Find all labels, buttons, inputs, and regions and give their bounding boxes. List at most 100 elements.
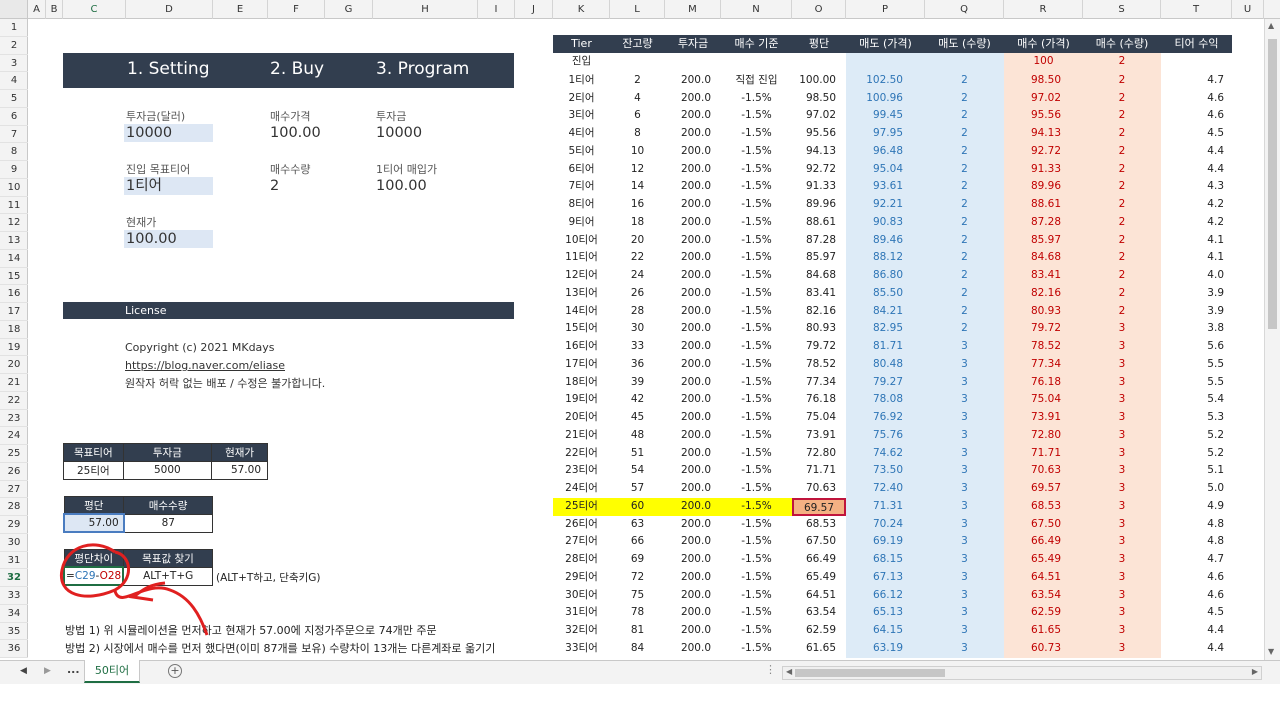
tier-cell-invest[interactable]: 200.0 [665, 161, 721, 179]
tier-cell-sell-qty[interactable]: 2 [925, 267, 1004, 285]
tier-cell-tier[interactable]: 7티어 [553, 178, 610, 196]
tier-cell-invest[interactable]: 200.0 [665, 445, 721, 463]
tier-cell-sell-price[interactable]: 80.48 [846, 356, 925, 374]
hscroll-thumb[interactable] [795, 669, 945, 677]
tier-cell-invest[interactable]: 200.0 [665, 587, 721, 605]
tier-cell-invest[interactable]: 200.0 [665, 90, 721, 108]
tier-cell-buy-qty[interactable]: 3 [1083, 569, 1161, 587]
tier-cell-tier-profit[interactable]: 5.2 [1161, 445, 1232, 463]
tier-cell-sell-qty[interactable]: 2 [925, 161, 1004, 179]
tier-cell-buy-price[interactable]: 69.57 [1004, 480, 1083, 498]
tier-cell-buy-price[interactable]: 77.34 [1004, 356, 1083, 374]
tier-cell-buy-basis[interactable]: 직접 진입 [721, 72, 792, 90]
tier-cell-buy-qty[interactable]: 2 [1083, 125, 1161, 143]
tier-cell-buy-qty[interactable]: 3 [1083, 480, 1161, 498]
column-header-j[interactable]: J [515, 0, 553, 19]
tier-cell-invest[interactable]: 200.0 [665, 232, 721, 250]
tier-cell-sell-price[interactable]: 69.19 [846, 533, 925, 551]
tab-next-button[interactable]: ▶ [44, 666, 51, 676]
tier-cell-tier[interactable]: 4티어 [553, 125, 610, 143]
column-header-s[interactable]: S [1083, 0, 1161, 19]
tier-cell-buy-qty[interactable]: 3 [1083, 604, 1161, 622]
invest-input[interactable]: 10000 [124, 124, 213, 142]
tier-cell-sell-price[interactable]: 82.95 [846, 320, 925, 338]
tier-cell-sell-qty[interactable]: 3 [925, 374, 1004, 392]
tier-cell-avg[interactable]: 98.50 [792, 90, 846, 108]
tier-cell-sell-qty[interactable]: 3 [925, 498, 1004, 516]
tier-cell-invest[interactable]: 200.0 [665, 374, 721, 392]
tier-cell-invest[interactable]: 200.0 [665, 427, 721, 445]
tier-cell-sell-price[interactable]: 96.48 [846, 143, 925, 161]
tier-cell-tier[interactable]: 20티어 [553, 409, 610, 427]
tier-cell-buy-basis[interactable]: -1.5% [721, 107, 792, 125]
tier-cell-sell-price[interactable]: 88.12 [846, 249, 925, 267]
tier-cell-balance[interactable]: 78 [610, 604, 665, 622]
tier-cell-sell-price[interactable]: 79.27 [846, 374, 925, 392]
tier-cell-tier[interactable]: 3티어 [553, 107, 610, 125]
tier-cell-avg[interactable]: 89.96 [792, 196, 846, 214]
row-header-28[interactable]: 28 [0, 498, 28, 516]
tier-cell-buy-price[interactable]: 98.50 [1004, 72, 1083, 90]
tier-cell-invest[interactable]: 200.0 [665, 303, 721, 321]
column-header-o[interactable]: O [792, 0, 846, 19]
tier-cell-invest[interactable]: 200.0 [665, 196, 721, 214]
tier-cell-sell-price[interactable]: 68.15 [846, 551, 925, 569]
tier-cell-invest[interactable]: 200.0 [665, 569, 721, 587]
tier-cell-invest[interactable]: 200.0 [665, 72, 721, 90]
target-invest-cell[interactable]: 5000 [122, 460, 213, 480]
tier-cell-buy-basis[interactable]: -1.5% [721, 516, 792, 534]
tier-cell-buy-price[interactable]: 97.02 [1004, 90, 1083, 108]
tier-cell-tier[interactable]: 22티어 [553, 445, 610, 463]
tier-cell-sell-price[interactable]: 99.45 [846, 107, 925, 125]
row-header-27[interactable]: 27 [0, 481, 28, 499]
tier-cell-sell-price[interactable]: 74.62 [846, 445, 925, 463]
tier-cell-tier-profit[interactable]: 4.4 [1161, 622, 1232, 640]
tier-cell-invest[interactable]: 200.0 [665, 622, 721, 640]
tier-cell-buy-basis[interactable]: -1.5% [721, 249, 792, 267]
tier-cell-sell-qty[interactable]: 2 [925, 232, 1004, 250]
tier-cell-balance[interactable]: 20 [610, 232, 665, 250]
tier-cell-buy-price[interactable]: 73.91 [1004, 409, 1083, 427]
tier-cell-sell-qty[interactable]: 2 [925, 214, 1004, 232]
avg-cell[interactable]: 57.00 [63, 513, 125, 533]
column-header-l[interactable]: L [610, 0, 665, 19]
tier-cell-avg[interactable]: 83.41 [792, 285, 846, 303]
tier-cell-tier[interactable]: 13티어 [553, 285, 610, 303]
tier-cell-buy-qty[interactable]: 2 [1083, 196, 1161, 214]
tier-cell-tier[interactable]: 25티어 [553, 498, 610, 516]
tier-cell-tier[interactable]: 32티어 [553, 622, 610, 640]
tier-cell-avg[interactable]: 65.49 [792, 569, 846, 587]
tier-cell-sell-qty[interactable]: 3 [925, 569, 1004, 587]
tier-cell-avg[interactable]: 69.57 [792, 497, 846, 516]
tier-cell-avg[interactable]: 71.71 [792, 462, 846, 480]
tier-cell-tier[interactable]: 26티어 [553, 516, 610, 534]
tier-cell-buy-basis[interactable]: -1.5% [721, 90, 792, 108]
tier-cell-buy-price[interactable]: 71.71 [1004, 445, 1083, 463]
tier-cell-buy-price[interactable]: 72.80 [1004, 427, 1083, 445]
row-header-5[interactable]: 5 [0, 90, 28, 108]
tier-cell-tier-profit[interactable]: 5.2 [1161, 427, 1232, 445]
tier-cell-invest[interactable]: 200.0 [665, 462, 721, 480]
tier-cell-avg[interactable]: 92.72 [792, 161, 846, 179]
qty-cell[interactable]: 87 [123, 513, 213, 533]
tier-cell-balance[interactable]: 63 [610, 516, 665, 534]
tier-cell-balance[interactable]: 57 [610, 480, 665, 498]
tier-cell-buy-qty[interactable]: 3 [1083, 338, 1161, 356]
tier-cell-buy-basis[interactable]: -1.5% [721, 285, 792, 303]
tier-cell-tier-profit[interactable]: 4.1 [1161, 249, 1232, 267]
tier-cell-tier[interactable]: 24티어 [553, 480, 610, 498]
tier-cell-tier[interactable]: 30티어 [553, 587, 610, 605]
row-header-4[interactable]: 4 [0, 72, 28, 90]
tier-cell-tier-profit[interactable]: 4.7 [1161, 551, 1232, 569]
row-header-33[interactable]: 33 [0, 587, 28, 605]
tier-cell-tier[interactable]: 29티어 [553, 569, 610, 587]
tier-cell-balance[interactable]: 14 [610, 178, 665, 196]
tier-cell-invest[interactable]: 200.0 [665, 249, 721, 267]
column-header-m[interactable]: M [665, 0, 721, 19]
sheet-tab-active[interactable]: 50티어 [84, 660, 140, 683]
tier-cell-sell-qty[interactable]: 3 [925, 338, 1004, 356]
tier-cell-balance[interactable]: 2 [610, 72, 665, 90]
tier-cell-avg[interactable]: 67.50 [792, 533, 846, 551]
tier-cell-buy-basis[interactable]: -1.5% [721, 125, 792, 143]
hscroll-left-arrow[interactable]: ◀ [786, 667, 792, 676]
